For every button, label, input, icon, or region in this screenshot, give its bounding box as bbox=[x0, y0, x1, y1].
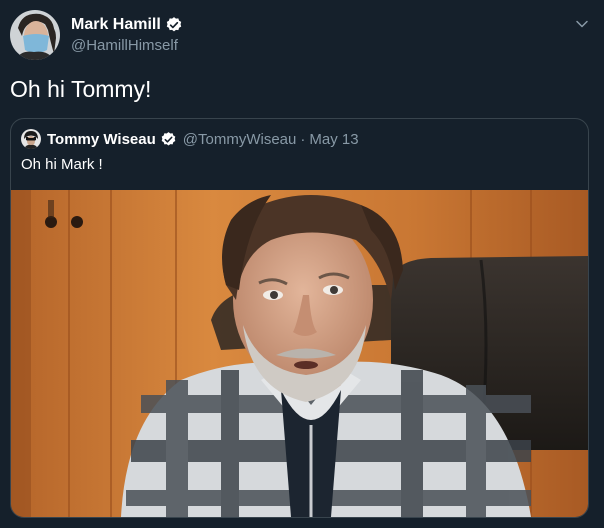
tweet-card[interactable]: Mark Hamill @HamillHimself Oh hi Tommy! bbox=[0, 0, 604, 528]
quoted-avatar bbox=[21, 129, 41, 149]
separator-dot: · bbox=[300, 130, 306, 148]
author-names: Mark Hamill @HamillHimself bbox=[71, 15, 183, 54]
quoted-author-display-name: Tommy Wiseau bbox=[47, 130, 156, 148]
author-display-name[interactable]: Mark Hamill bbox=[71, 15, 161, 34]
quoted-date: May 13 bbox=[309, 130, 359, 148]
avatar[interactable] bbox=[10, 10, 60, 60]
video-still[interactable] bbox=[11, 190, 588, 517]
tweet-text: Oh hi Tommy! bbox=[10, 76, 152, 102]
quoted-tweet[interactable]: Tommy Wiseau @TommyWiseau · May 13 Oh hi… bbox=[10, 118, 589, 518]
author-handle[interactable]: @HamillHimself bbox=[71, 37, 183, 55]
quoted-tweet-header: Tommy Wiseau @TommyWiseau · May 13 bbox=[21, 129, 359, 149]
verified-badge-icon bbox=[165, 16, 183, 34]
chevron-down-icon[interactable] bbox=[574, 16, 590, 32]
quoted-tweet-text: Oh hi Mark ! bbox=[21, 156, 103, 173]
tweet-header: Mark Hamill @HamillHimself bbox=[10, 10, 183, 60]
verified-badge-icon bbox=[160, 131, 177, 148]
quoted-author-handle: @TommyWiseau bbox=[182, 130, 297, 148]
name-row: Mark Hamill bbox=[71, 15, 183, 34]
